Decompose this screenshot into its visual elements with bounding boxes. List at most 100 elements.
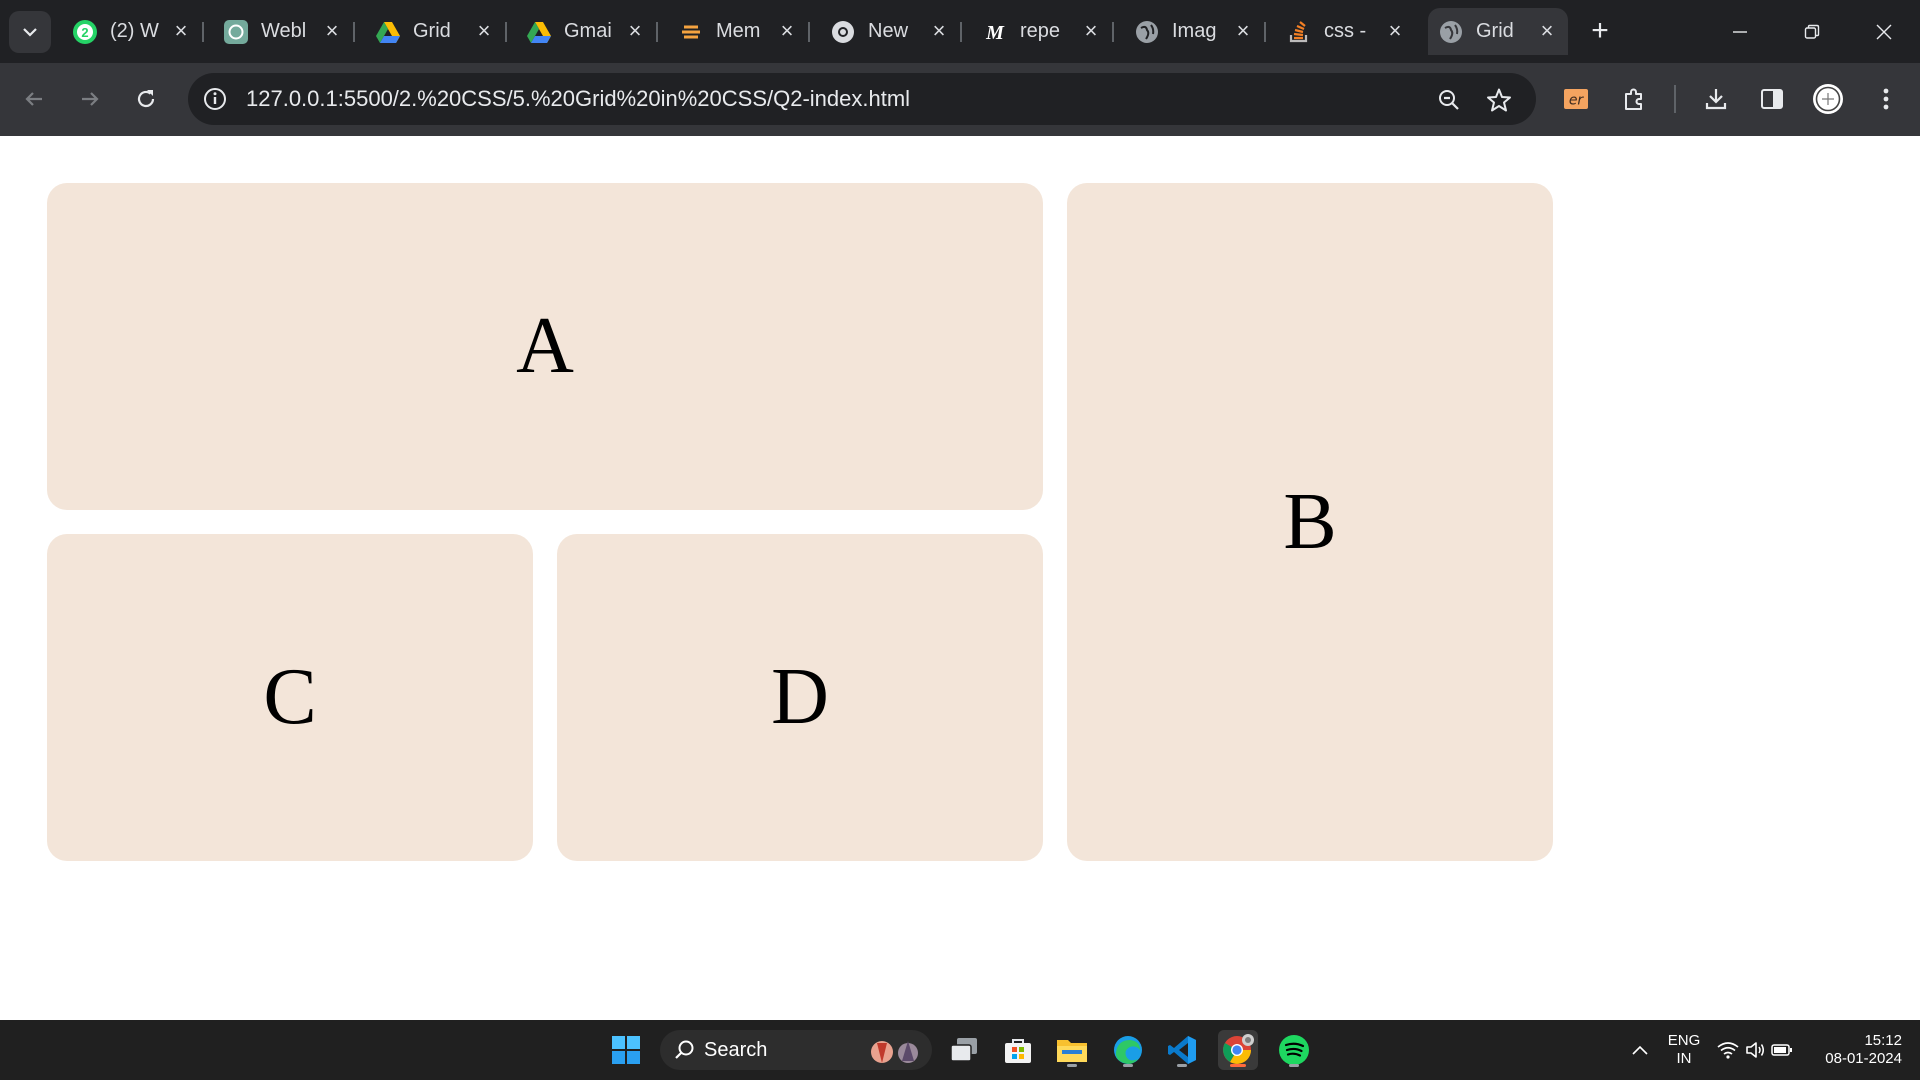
- google-drive-icon: [526, 19, 552, 45]
- spotify-button[interactable]: [1274, 1030, 1314, 1070]
- google-drive-icon: [375, 19, 401, 45]
- taskbar-search[interactable]: Search: [660, 1030, 932, 1070]
- tab-title: Webl: [261, 20, 307, 42]
- close-icon[interactable]: ×: [170, 20, 192, 42]
- tab-gmail-drive[interactable]: Gmai ×: [516, 8, 658, 55]
- tab-new[interactable]: New ×: [820, 8, 962, 55]
- close-icon[interactable]: ×: [1536, 20, 1558, 42]
- svg-text:2: 2: [81, 25, 88, 40]
- tab-separator: [505, 22, 507, 42]
- running-indicator: [1067, 1064, 1077, 1067]
- grid-container: A B C D: [47, 183, 1553, 861]
- downloads-button[interactable]: [1698, 81, 1734, 117]
- language-indicator[interactable]: ENG IN: [1666, 1032, 1702, 1068]
- minimize-icon: [1733, 31, 1747, 33]
- side-panel-icon: [1761, 89, 1783, 109]
- puzzle-icon: [1625, 88, 1642, 110]
- globe-icon: [1438, 19, 1464, 45]
- edge-icon: [1114, 1036, 1142, 1064]
- avatar-icon: [1813, 84, 1843, 114]
- tab-title: Mem: [716, 20, 761, 42]
- task-view-icon: [950, 1038, 977, 1062]
- start-button[interactable]: [606, 1030, 646, 1070]
- address-bar[interactable]: 127.0.0.1:5500/2.%20CSS/5.%20Grid%20in%2…: [188, 73, 1536, 125]
- search-highlight-icon: [871, 1041, 918, 1063]
- extension-er-icon: er: [1564, 89, 1588, 109]
- quick-settings-button[interactable]: [1710, 1030, 1800, 1070]
- tab-grid-drive[interactable]: Grid ×: [365, 8, 507, 55]
- grid-item-a: A: [47, 183, 1043, 510]
- vscode-icon: [1168, 1036, 1196, 1064]
- close-icon[interactable]: ×: [928, 20, 950, 42]
- close-icon[interactable]: ×: [1080, 20, 1102, 42]
- whatsapp-icon: 2: [72, 19, 98, 45]
- tab-title: css -: [1324, 20, 1367, 42]
- tab-memory[interactable]: Mem ×: [668, 8, 810, 55]
- tab-separator: [202, 22, 204, 42]
- chatgpt-icon: [223, 19, 249, 45]
- tab-separator: [1264, 22, 1266, 42]
- running-indicator: [1289, 1064, 1299, 1067]
- tab-medium[interactable]: M repe ×: [972, 8, 1114, 55]
- close-icon[interactable]: ×: [1232, 20, 1254, 42]
- running-indicator: [1123, 1064, 1133, 1067]
- close-icon[interactable]: ×: [624, 20, 646, 42]
- tab-title: Gmai: [564, 20, 612, 42]
- chevron-up-icon: [1632, 1045, 1648, 1055]
- close-icon[interactable]: ×: [321, 20, 343, 42]
- edge-button[interactable]: [1108, 1030, 1148, 1070]
- close-window-button[interactable]: [1864, 14, 1904, 50]
- profile-avatar[interactable]: [1810, 81, 1846, 117]
- close-icon: [1876, 24, 1892, 40]
- minimize-button[interactable]: [1720, 14, 1760, 50]
- tab-title: Grid: [413, 20, 451, 42]
- clock[interactable]: 15:12 08-01-2024: [1810, 1032, 1902, 1068]
- bookmark-star-icon[interactable]: [1484, 85, 1514, 115]
- side-panel-button[interactable]: [1754, 81, 1790, 117]
- tab-image[interactable]: Imag ×: [1124, 8, 1266, 55]
- tab-chatgpt[interactable]: Webl ×: [213, 8, 355, 55]
- taskbar-search-label: Search: [704, 1039, 768, 1061]
- tab-separator: [353, 22, 355, 42]
- tab-title: Grid: [1476, 20, 1514, 42]
- tab-search-button[interactable]: [9, 11, 51, 53]
- close-icon[interactable]: ×: [473, 20, 495, 42]
- grid-item-b: B: [1067, 183, 1553, 861]
- tab-whatsapp[interactable]: 2 (2) W ×: [62, 8, 204, 55]
- tab-title: New: [868, 20, 909, 42]
- taskbar: Search ENG IN 15:12 08-01-2024: [0, 1020, 1920, 1080]
- site-info-icon[interactable]: [200, 84, 230, 114]
- close-icon[interactable]: ×: [1384, 20, 1406, 42]
- windows-icon: [612, 1036, 640, 1064]
- tab-stackoverflow[interactable]: css - ×: [1276, 8, 1416, 55]
- store-icon: [1005, 1039, 1031, 1063]
- restore-button[interactable]: [1792, 14, 1832, 50]
- browser-menu-button[interactable]: [1868, 81, 1904, 117]
- browser-toolbar: 127.0.0.1:5500/2.%20CSS/5.%20Grid%20in%2…: [0, 63, 1920, 136]
- reload-button[interactable]: [128, 81, 164, 117]
- tab-separator: [960, 22, 962, 42]
- new-tab-button[interactable]: +: [1584, 16, 1616, 48]
- grid-item-c: C: [47, 534, 533, 861]
- battery-icon: [1771, 1044, 1792, 1056]
- tab-grid-active[interactable]: Grid ×: [1428, 8, 1568, 55]
- file-explorer-button[interactable]: [1052, 1030, 1092, 1070]
- microsoft-store-button[interactable]: [998, 1030, 1038, 1070]
- forward-button[interactable]: [72, 81, 108, 117]
- show-hidden-icons-button[interactable]: [1620, 1030, 1660, 1070]
- tab-title: repe: [1020, 20, 1061, 42]
- zoom-icon[interactable]: [1434, 85, 1464, 115]
- vscode-button[interactable]: [1162, 1030, 1202, 1070]
- back-button[interactable]: [16, 81, 52, 117]
- url-text[interactable]: 127.0.0.1:5500/2.%20CSS/5.%20Grid%20in%2…: [246, 86, 910, 112]
- running-indicator: [1230, 1064, 1246, 1067]
- extensions-button[interactable]: [1616, 81, 1652, 117]
- close-icon[interactable]: ×: [776, 20, 798, 42]
- extension-er-button[interactable]: er: [1558, 81, 1594, 117]
- chrome-icon: [830, 19, 856, 45]
- task-view-button[interactable]: [944, 1030, 984, 1070]
- arrow-left-icon: [25, 92, 42, 106]
- chevron-down-icon: [23, 28, 37, 37]
- svg-text:M: M: [985, 22, 1005, 44]
- chrome-button[interactable]: [1218, 1030, 1258, 1070]
